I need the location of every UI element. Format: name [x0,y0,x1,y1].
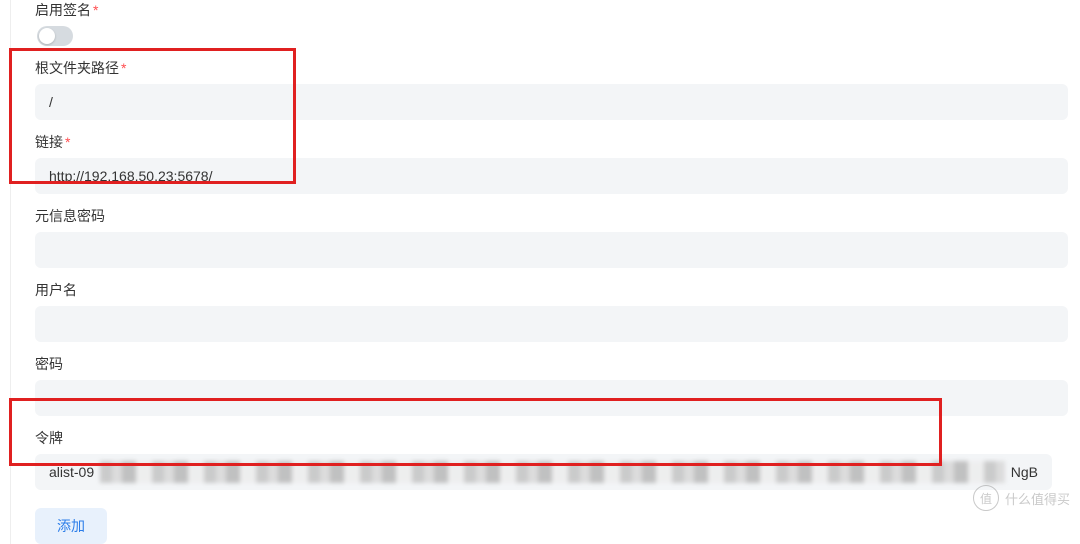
required-marker: * [93,2,98,18]
storage-config-form: 启用签名* 根文件夹路径* 链接* 元信息密码 用户名 密码 令牌 alist-… [10,0,1080,544]
label-link: 链接* [23,132,1080,152]
toggle-enable-sign[interactable] [37,26,73,46]
field-root-path: 根文件夹路径* [23,58,1080,120]
input-password[interactable] [35,380,1068,416]
field-password: 密码 [23,354,1080,416]
token-suffix: NgB [1011,464,1052,480]
label-enable-sign: 启用签名* [23,0,1080,20]
token-prefix: alist-09 [35,464,94,480]
label-password: 密码 [23,354,1080,374]
label-username: 用户名 [23,280,1080,300]
label-token: 令牌 [23,428,1080,448]
field-token: 令牌 alist-09 NgB [23,428,1080,490]
field-username: 用户名 [23,280,1080,342]
input-token[interactable]: alist-09 NgB [35,454,1052,490]
add-button[interactable]: 添加 [35,508,107,544]
input-root-path[interactable] [35,84,1068,120]
label-root-path: 根文件夹路径* [23,58,1080,78]
label-meta-password: 元信息密码 [23,206,1080,226]
token-redacted [100,461,1005,483]
required-marker: * [65,134,70,150]
input-meta-password[interactable] [35,232,1068,268]
field-enable-sign: 启用签名* [23,0,1080,46]
field-link: 链接* [23,132,1080,194]
field-meta-password: 元信息密码 [23,206,1080,268]
required-marker: * [121,60,126,76]
input-link[interactable] [35,158,1068,194]
input-username[interactable] [35,306,1068,342]
